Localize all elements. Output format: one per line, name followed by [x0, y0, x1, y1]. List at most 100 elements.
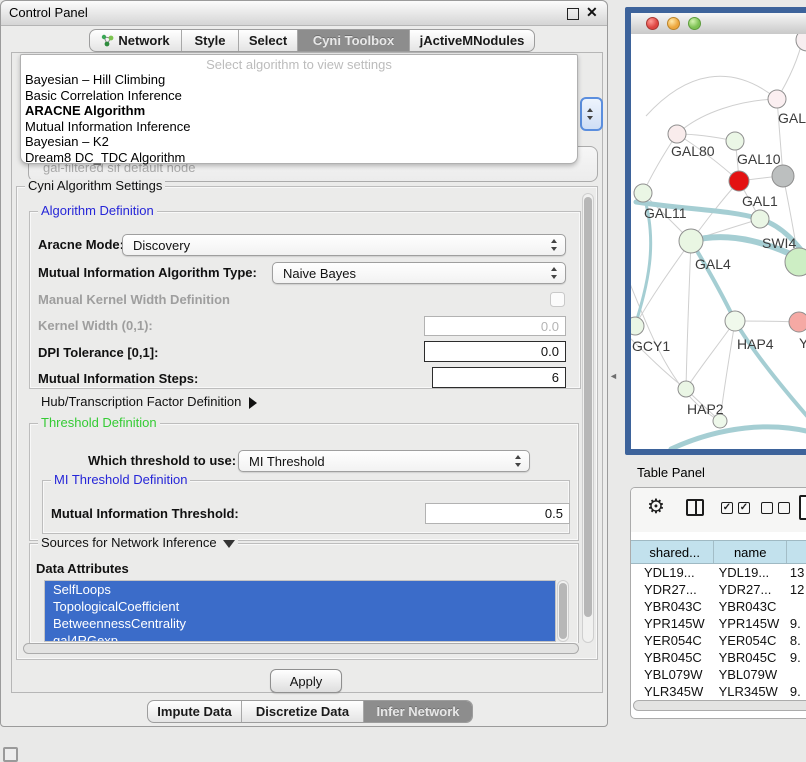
float-window-icon[interactable] [567, 8, 579, 20]
mi-threshold-value: 0.5 [545, 506, 563, 521]
network-node-gal80[interactable] [668, 125, 686, 143]
zoom-traffic-light[interactable] [688, 17, 701, 30]
node-label: HAP2 [687, 401, 724, 417]
table-horizontal-scrollbar[interactable] [633, 700, 806, 711]
which-threshold-combo[interactable]: MI Threshold [238, 450, 530, 472]
export-table-icon[interactable] [799, 495, 806, 520]
network-node[interactable] [772, 165, 794, 187]
settings-horizontal-scrollbar[interactable] [23, 643, 579, 654]
table-row[interactable]: YBR045CYBR045C9. [631, 649, 806, 666]
algorithm-list-item[interactable]: Bayesian – Hill Climbing [23, 72, 575, 88]
network-node-hap4[interactable] [725, 311, 745, 331]
kernel-width-field[interactable]: 0.0 [424, 316, 566, 336]
table-row[interactable]: YBR043CYBR043C [631, 598, 806, 615]
algorithm-combo-spinner[interactable] [580, 97, 603, 131]
table-cell: 9. [785, 615, 806, 632]
gear-icon[interactable]: ⚙ [647, 496, 665, 518]
close-icon[interactable]: ✕ [586, 4, 598, 21]
scrollbar-thumb[interactable] [559, 583, 567, 639]
node-label: GAL80 [671, 143, 715, 159]
node-label: GAL10 [737, 151, 781, 167]
apply-button-label: Apply [290, 674, 323, 689]
apply-button[interactable]: Apply [270, 669, 342, 693]
aracne-mode-value: Discovery [133, 238, 190, 253]
settings-vertical-scrollbar[interactable] [582, 193, 594, 643]
aracne-mode-combo[interactable]: Discovery [122, 234, 566, 256]
tab-style[interactable]: Style [182, 30, 239, 51]
algorithm-definition-title: Algorithm Definition [38, 204, 157, 218]
table-header: shared...name [631, 540, 806, 564]
kernel-width-label: Kernel Width (0,1): [38, 316, 153, 336]
dpi-tolerance-field[interactable]: 0.0 [424, 341, 566, 362]
bottom-tab-infer-network[interactable]: Infer Network [364, 701, 472, 722]
hub-definition-row[interactable]: Hub/Transcription Factor Definition [41, 393, 257, 411]
dock-panel-icon[interactable] [3, 747, 18, 762]
data-attribute-item[interactable]: SelfLoops [45, 581, 555, 598]
mi-type-combo[interactable]: Naive Bayes [272, 262, 566, 284]
table-row[interactable]: YPR145WYPR145W9. [631, 615, 806, 632]
algorithm-list-item[interactable]: Basic Correlation Inference [23, 88, 575, 104]
column-header-shared[interactable]: shared... [636, 541, 714, 563]
select-all-columns-icon[interactable]: ✓✓ [721, 502, 750, 514]
table-cell: YER054C [636, 632, 716, 649]
tab-label: Impute Data [157, 704, 231, 719]
algorithm-list-item[interactable]: Mutual Information Inference [23, 119, 575, 135]
table-row[interactable]: YDR27...YDR27...12 [631, 581, 806, 598]
network-node-gcy1[interactable] [631, 317, 644, 335]
algorithm-list-item[interactable]: Dream8 DC_TDC Algorithm [23, 150, 575, 166]
bottom-tab-discretize-data[interactable]: Discretize Data [242, 701, 364, 722]
mi-type-value: Naive Bayes [283, 266, 356, 281]
manual-kernel-checkbox[interactable] [550, 292, 565, 307]
network-node-hap2[interactable] [678, 381, 694, 397]
mi-steps-value: 6 [552, 370, 559, 385]
network-node[interactable] [796, 34, 806, 51]
tab-select[interactable]: Select [239, 30, 298, 51]
table-rows: YDL19...YDL19...13YDR27...YDR27...12YBR0… [631, 564, 806, 705]
kernel-width-value: 0.0 [541, 319, 559, 334]
network-node-y[interactable] [789, 312, 806, 332]
algorithm-list-item[interactable]: ARACNE Algorithm [23, 103, 575, 119]
network-node-gal11[interactable] [634, 184, 652, 202]
close-traffic-light[interactable] [646, 17, 659, 30]
network-canvas[interactable]: GALGAL80GAL10GAL1GAL11SWI4GAL4GCY1HAP4YH… [631, 34, 806, 449]
mi-steps-field[interactable]: 6 [432, 367, 566, 388]
column-header-name[interactable]: name [714, 541, 787, 563]
tab-network[interactable]: Network [90, 30, 182, 51]
bottom-tab-impute-data[interactable]: Impute Data [148, 701, 242, 722]
table-row[interactable]: YER054CYER054C8. [631, 632, 806, 649]
splitter-collapse-icon[interactable]: ◄ [609, 371, 618, 381]
columns-icon[interactable] [686, 499, 704, 516]
node-label: HAP4 [737, 336, 774, 352]
network-node-gal1[interactable] [729, 171, 749, 191]
node-label: SWI4 [762, 235, 796, 251]
tab-cyni-toolbox[interactable]: Cyni Toolbox [298, 30, 410, 51]
mi-threshold-field[interactable]: 0.5 [425, 503, 570, 524]
network-window-titlebar[interactable] [631, 13, 806, 35]
data-attribute-item[interactable]: gal4RGexp [45, 632, 555, 642]
network-node-gal4[interactable] [679, 229, 703, 253]
network-node-swi4[interactable] [751, 210, 769, 228]
control-panel-titlebar: Control Panel ✕ [1, 1, 607, 26]
minimize-traffic-light[interactable] [667, 17, 680, 30]
algorithm-list-item[interactable]: Bayesian – K2 [23, 134, 575, 150]
data-attribute-item[interactable]: BetweennessCentrality [45, 615, 555, 632]
spinner-arrows-icon [587, 108, 594, 120]
table-cell: 12 [785, 581, 806, 598]
scrollbar-thumb[interactable] [584, 197, 592, 617]
expand-right-icon [249, 397, 257, 409]
data-attributes-list: SelfLoopsTopologicalCoefficientBetweenne… [44, 580, 556, 642]
data-attribute-item[interactable]: TopologicalCoefficient [45, 598, 555, 615]
table-row[interactable]: YBL079WYBL079W [631, 666, 806, 683]
deselect-all-columns-icon[interactable] [761, 502, 790, 514]
attribute-list-scrollbar[interactable] [557, 580, 569, 642]
table-row[interactable]: YLR345WYLR345W9. [631, 683, 806, 700]
table-cell: YDL19... [636, 564, 716, 581]
table-cell: YBL079W [636, 666, 716, 683]
tab-label: jActiveMNodules [420, 33, 525, 48]
tab-jactivemnodules[interactable]: jActiveMNodules [410, 30, 534, 51]
network-node-gal10[interactable] [726, 132, 744, 150]
manual-kernel-label: Manual Kernel Width Definition [38, 291, 230, 309]
column-header-partial[interactable] [787, 541, 806, 563]
table-row[interactable]: YDL19...YDL19...13 [631, 564, 806, 581]
network-node-gal[interactable] [768, 90, 786, 108]
